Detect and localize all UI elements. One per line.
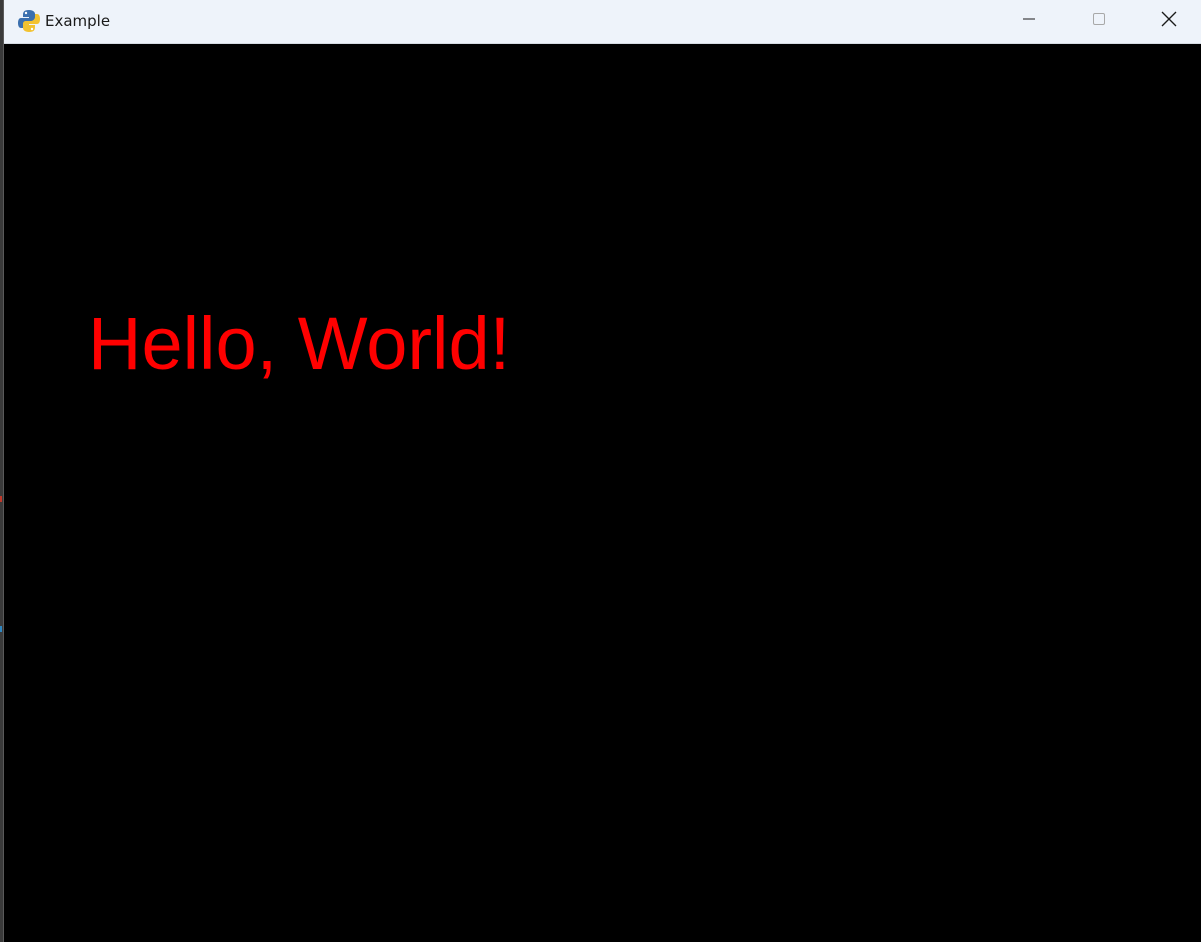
app-window: Example Hello, World! xyxy=(3,0,1201,942)
window-title: Example xyxy=(45,12,111,30)
game-canvas[interactable]: Hello, World! xyxy=(4,44,1201,942)
maximize-icon xyxy=(1091,11,1107,32)
title-bar[interactable]: Example xyxy=(4,0,1201,44)
close-icon xyxy=(1160,10,1178,33)
maximize-button[interactable] xyxy=(1064,0,1134,43)
minimize-button[interactable] xyxy=(994,0,1064,43)
edge-marker xyxy=(0,626,2,632)
greeting-text: Hello, World! xyxy=(88,302,511,385)
python-snake-icon xyxy=(18,9,40,33)
close-button[interactable] xyxy=(1134,0,1201,43)
edge-marker xyxy=(0,496,2,502)
minimize-icon xyxy=(1021,11,1037,32)
